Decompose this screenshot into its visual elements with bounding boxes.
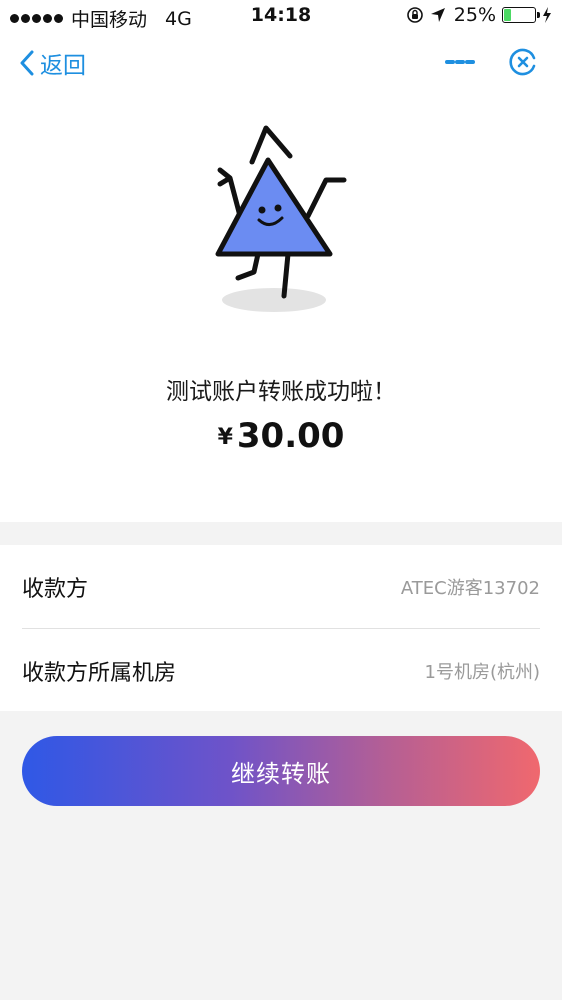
- back-button[interactable]: 返回: [20, 46, 86, 80]
- success-message: 测试账户转账成功啦！: [166, 379, 396, 405]
- payee-label: 收款方: [22, 576, 89, 602]
- close-button[interactable]: [506, 45, 540, 79]
- transfer-details: 收款方 ATEC游客13702 收款方所属机房 1号机房(杭州): [0, 545, 562, 711]
- back-label: 返回: [40, 53, 86, 79]
- transfer-success-screen: 中国移动 4G 14:18 25% 返回 测试账户转账成功啦！ ¥ 30.00 …: [0, 0, 562, 1000]
- more-icon: [445, 60, 475, 64]
- result-hero: 测试账户转账成功啦！ ¥30.00: [0, 92, 562, 522]
- more-button[interactable]: [442, 44, 478, 80]
- orientation-lock-icon: [406, 7, 423, 23]
- location-arrow-icon: [430, 8, 445, 22]
- triangle-mascot-icon: [215, 125, 347, 312]
- detail-row-payee-datacenter: 收款方所属机房 1号机房(杭州): [22, 629, 540, 712]
- status-bar: 中国移动 4G 14:18 25%: [0, 0, 562, 34]
- payee-datacenter-label: 收款方所属机房: [22, 660, 177, 686]
- close-icon: [509, 48, 536, 76]
- continue-transfer-button[interactable]: 继续转账: [22, 736, 540, 806]
- currency-symbol: ¥: [217, 425, 233, 450]
- chevron-left-icon: [20, 50, 34, 76]
- battery-percent: 25%: [453, 4, 496, 26]
- navigation-bar: 返回: [0, 34, 562, 92]
- payee-value: ATEC游客13702: [400, 577, 540, 599]
- battery-level: [504, 9, 511, 21]
- nav-actions: [442, 44, 540, 80]
- battery-icon: [502, 7, 540, 23]
- amount-value: 30.00: [236, 416, 345, 456]
- transfer-amount: ¥30.00: [0, 416, 562, 456]
- payee-datacenter-value: 1号机房(杭州): [424, 661, 541, 683]
- detail-row-payee: 收款方 ATEC游客13702: [22, 545, 540, 629]
- status-right: 25%: [400, 4, 552, 26]
- charging-bolt-icon: [543, 7, 551, 23]
